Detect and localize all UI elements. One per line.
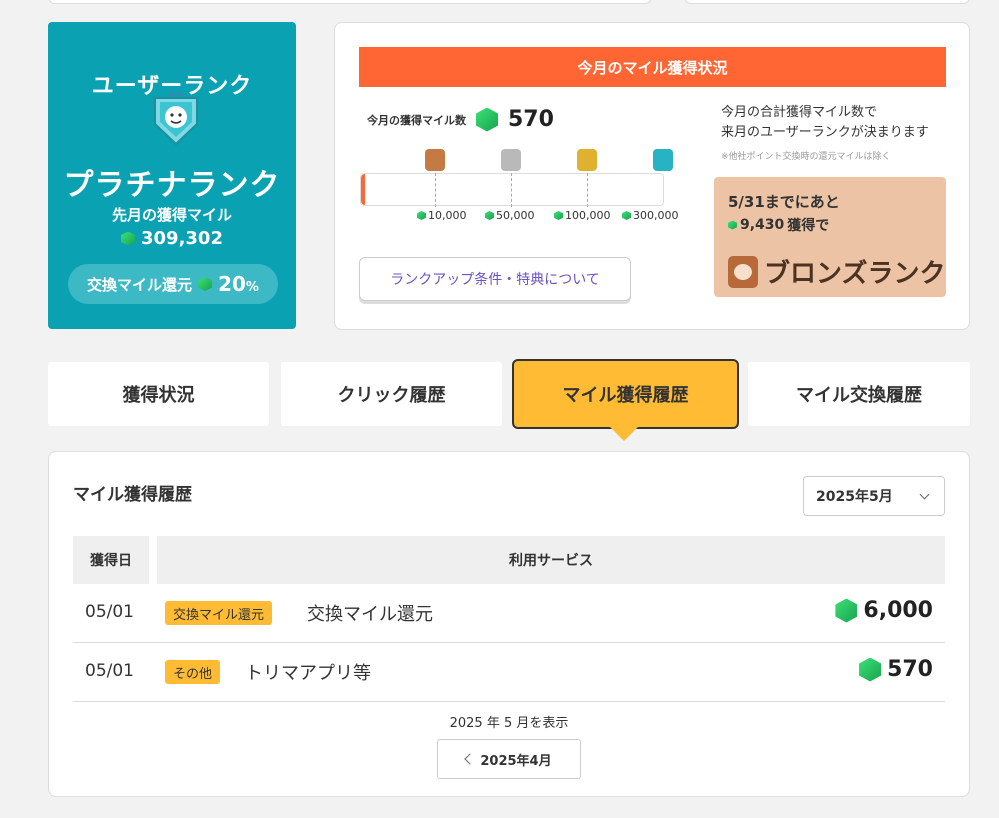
table-row: 05/01 その他 トリマアプリ等 570 [73, 643, 945, 702]
mile-history-panel: マイル獲得履歴 2025年5月 獲得日 利用サービス 05/01 交換マイル還元… [48, 451, 970, 797]
threshold-line [587, 173, 588, 207]
top-card-stub-right [684, 0, 970, 4]
current-miles: 今月の獲得マイル数 570 [367, 107, 554, 132]
threshold-line [511, 173, 512, 207]
previous-month-label: 2025年4月 [480, 753, 552, 769]
bronze-rank-icon [425, 149, 445, 171]
platinum-rank-icon [653, 149, 673, 171]
mile-gem-icon [835, 598, 858, 623]
rank-up-conditions-button[interactable]: ランクアップ条件・特典について [359, 257, 631, 301]
threshold-tick: 100,000 [554, 209, 611, 222]
current-rank-name: プラチナランク [63, 168, 281, 203]
row-service: トリマアプリ等 [245, 663, 371, 684]
threshold-tick: 300,000 [622, 209, 679, 222]
next-rank-box: 5/31までにあと 9,430 獲得で ブロンズランク [714, 177, 946, 297]
row-date: 05/01 [85, 661, 134, 681]
next-rank-name: ブロンズランク [728, 253, 945, 290]
monthly-status-card: 今月のマイル獲得状況 今月の獲得マイル数 570 10,000 50,000 1… [334, 22, 970, 330]
silver-rank-icon [501, 149, 521, 171]
mile-gem-icon [728, 220, 737, 230]
next-rank-required: 9,430 獲得で [728, 215, 829, 235]
mile-gem-icon [622, 211, 631, 220]
mile-gem-icon [121, 231, 135, 246]
top-card-stub-left [48, 0, 652, 4]
rank-info-note: ※他社ポイント交換時の還元マイルは除く [721, 152, 891, 162]
row-amount: 6,000 [835, 598, 933, 623]
column-header-service: 利用サービス [157, 536, 945, 584]
mile-gem-icon [198, 277, 213, 291]
showing-month-text: 2025 年 5 月を表示 [449, 716, 569, 731]
exchange-return-rate: 20% [218, 272, 259, 296]
history-title: マイル獲得履歴 [73, 485, 192, 505]
threshold-tick: 50,000 [485, 209, 535, 222]
threshold-line [435, 173, 436, 207]
mile-gem-icon [554, 211, 563, 220]
rank-info-text: 今月の合計獲得マイル数で 来月のユーザーランクが決まります [721, 105, 929, 140]
next-rank-deadline: 5/31までにあと [728, 193, 840, 211]
column-header-date: 獲得日 [73, 536, 149, 584]
mile-gem-icon [485, 211, 494, 220]
chevron-left-icon [464, 753, 477, 765]
previous-month-button[interactable]: 2025年4月 [437, 739, 581, 779]
last-month-miles-value: 309,302 [141, 228, 223, 249]
tab-mile-exchange-history[interactable]: マイル交換履歴 [748, 362, 970, 426]
monthly-status-header: 今月のマイル獲得状況 [359, 47, 946, 87]
month-select-value: 2025年5月 [816, 489, 893, 505]
mile-gem-icon [859, 657, 882, 682]
row-date: 05/01 [85, 602, 134, 622]
mile-gem-icon [417, 211, 426, 220]
gold-rank-icon [577, 149, 597, 171]
tab-mile-earning-history[interactable]: マイル獲得履歴 [512, 359, 739, 429]
table-row: 05/01 交換マイル還元 交換マイル還元 6,000 [73, 584, 945, 643]
exchange-return-pill: 交換マイル還元 20% [68, 264, 278, 304]
row-amount: 570 [859, 657, 933, 682]
platinum-badge-icon [154, 90, 198, 146]
chevron-down-icon [919, 489, 930, 500]
last-month-miles: 309,302 [48, 228, 296, 249]
row-category-tag: 交換マイル還元 [165, 601, 273, 625]
rank-progress-bar [360, 173, 664, 206]
rank-progress-fill [361, 174, 365, 205]
user-rank-card: ユーザーランク プラチナランク 先月の獲得マイル 309,302 交換マイル還元… [48, 22, 296, 329]
month-select[interactable]: 2025年5月 [803, 476, 945, 516]
tab-click-history[interactable]: クリック履歴 [281, 362, 502, 426]
threshold-tick: 10,000 [417, 209, 467, 222]
row-category-tag: その他 [165, 660, 221, 684]
active-tab-pointer [610, 427, 638, 441]
current-miles-value: 570 [508, 107, 554, 132]
current-miles-label: 今月の獲得マイル数 [367, 113, 466, 127]
exchange-return-label: 交換マイル還元 [87, 275, 193, 294]
last-month-label: 先月の獲得マイル [111, 206, 232, 224]
mile-gem-icon [476, 107, 498, 132]
tab-earning-status[interactable]: 獲得状況 [48, 362, 269, 426]
row-service: 交換マイル還元 [307, 604, 433, 625]
bronze-rank-icon [728, 255, 758, 288]
